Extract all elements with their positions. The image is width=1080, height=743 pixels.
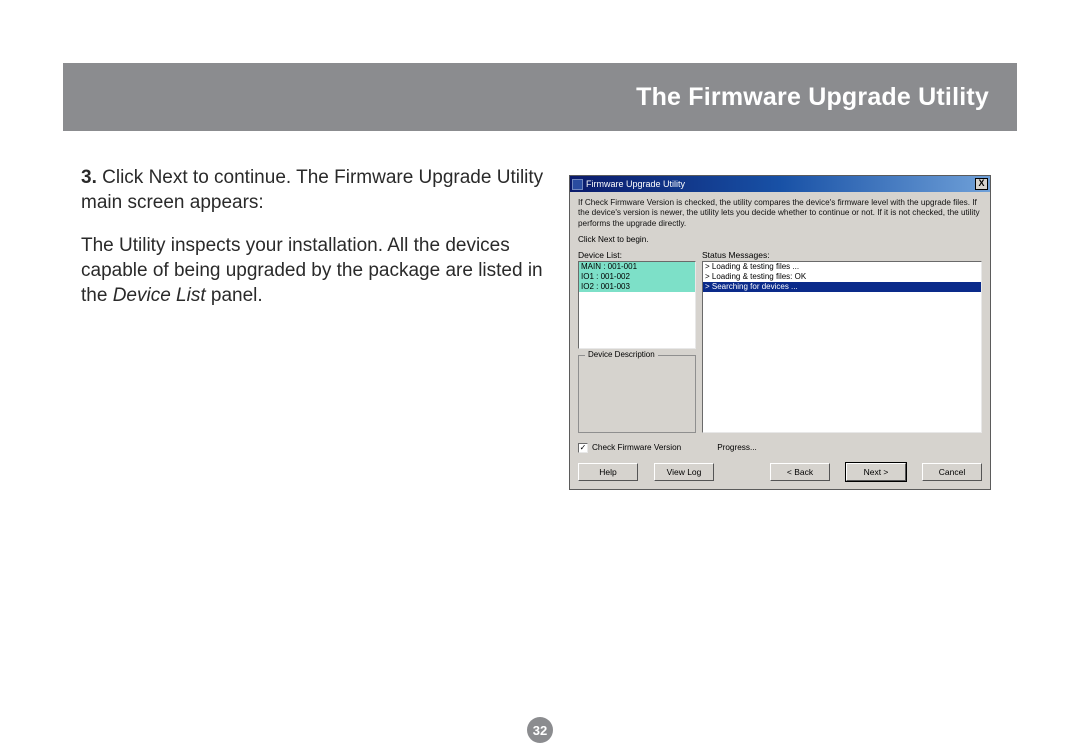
- list-item[interactable]: MAIN : 001-001: [579, 262, 695, 272]
- header-bar: The Firmware Upgrade Utility: [63, 63, 1017, 131]
- device-list-label: Device List:: [578, 250, 696, 260]
- status-column: Status Messages: > Loading & testing fil…: [702, 250, 982, 433]
- device-description-legend: Device Description: [585, 350, 658, 359]
- text-column: 3. Click Next to continue. The Firmware …: [63, 165, 545, 490]
- window-body: If Check Firmware Version is checked, th…: [570, 192, 990, 489]
- window-title: Firmware Upgrade Utility: [586, 179, 685, 189]
- list-item[interactable]: IO2 : 001-003: [579, 282, 695, 292]
- list-item: > Loading & testing files: OK: [703, 272, 981, 282]
- status-messages-list[interactable]: > Loading & testing files ... > Loading …: [702, 261, 982, 433]
- document-page: The Firmware Upgrade Utility 3. Click Ne…: [63, 63, 1017, 703]
- progress-label: Progress...: [717, 443, 757, 452]
- list-item: > Loading & testing files ...: [703, 262, 981, 272]
- screenshot-column: Firmware Upgrade Utility X If Check Firm…: [569, 165, 1017, 490]
- page-title: The Firmware Upgrade Utility: [636, 83, 989, 112]
- step-paragraph: 3. Click Next to continue. The Firmware …: [81, 165, 545, 215]
- panels-row: Device List: MAIN : 001-001 IO1 : 001-00…: [578, 250, 982, 433]
- status-messages-label: Status Messages:: [702, 250, 982, 260]
- button-row: Help View Log < Back Next > Cancel: [578, 463, 982, 481]
- list-item: > Searching for devices ...: [703, 282, 981, 292]
- device-column: Device List: MAIN : 001-001 IO1 : 001-00…: [578, 250, 696, 433]
- help-button[interactable]: Help: [578, 463, 638, 481]
- step-text: Click Next to continue. The Firmware Upg…: [81, 167, 543, 213]
- para2-b: panel.: [206, 285, 263, 306]
- instruction-begin: Click Next to begin.: [578, 235, 982, 244]
- list-item[interactable]: IO1 : 001-002: [579, 272, 695, 282]
- checkbox-icon: ✓: [578, 443, 588, 453]
- content-row: 3. Click Next to continue. The Firmware …: [63, 131, 1017, 490]
- page-number-badge: 32: [527, 717, 553, 743]
- para2-em: Device List: [113, 285, 206, 306]
- device-description-group: Device Description: [578, 355, 696, 433]
- app-window: Firmware Upgrade Utility X If Check Firm…: [569, 175, 991, 490]
- close-button[interactable]: X: [975, 178, 988, 190]
- step-number: 3.: [81, 167, 97, 188]
- description-paragraph: The Utility inspects your installation. …: [81, 233, 545, 308]
- cancel-button[interactable]: Cancel: [922, 463, 982, 481]
- check-firmware-label: Check Firmware Version: [592, 443, 681, 452]
- instruction-text: If Check Firmware Version is checked, th…: [578, 198, 982, 229]
- back-button[interactable]: < Back: [770, 463, 830, 481]
- page-number: 32: [533, 723, 547, 738]
- check-firmware-checkbox[interactable]: ✓ Check Firmware Version: [578, 443, 681, 453]
- progress-area: Progress...: [717, 443, 757, 452]
- options-row: ✓ Check Firmware Version Progress...: [578, 443, 982, 453]
- titlebar: Firmware Upgrade Utility X: [570, 176, 990, 192]
- view-log-button[interactable]: View Log: [654, 463, 714, 481]
- next-button[interactable]: Next >: [846, 463, 906, 481]
- app-icon: [572, 179, 583, 190]
- device-list[interactable]: MAIN : 001-001 IO1 : 001-002 IO2 : 001-0…: [578, 261, 696, 349]
